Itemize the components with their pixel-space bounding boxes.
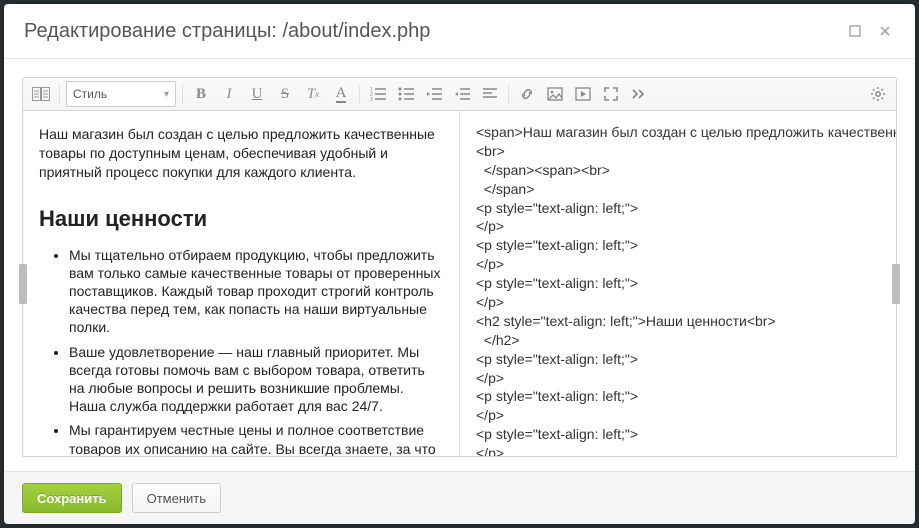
italic-icon[interactable]: I bbox=[217, 82, 241, 106]
align-icon[interactable] bbox=[478, 82, 502, 106]
style-select[interactable]: Стиль ▾ bbox=[66, 81, 176, 107]
video-icon[interactable] bbox=[571, 82, 595, 106]
indent-icon[interactable] bbox=[450, 82, 474, 106]
editor-panes: Наш магазин был создан с целью предложит… bbox=[22, 111, 897, 457]
separator bbox=[59, 84, 60, 104]
svg-text:3: 3 bbox=[370, 97, 373, 101]
save-button[interactable]: Сохранить bbox=[22, 483, 122, 513]
separator bbox=[359, 84, 360, 104]
wysiwyg-pane[interactable]: Наш магазин был создан с целью предложит… bbox=[23, 111, 459, 456]
body: Стиль ▾ B I U S Tx A 123 bbox=[4, 59, 915, 471]
fullscreen-icon[interactable] bbox=[599, 82, 623, 106]
save-button-label: Сохранить bbox=[37, 491, 107, 506]
values-heading: Наши ценности bbox=[39, 206, 443, 232]
cancel-button[interactable]: Отменить bbox=[132, 483, 221, 513]
outdent-icon[interactable] bbox=[422, 82, 446, 106]
values-list: Мы тщательно отбираем продукцию, чтобы п… bbox=[39, 246, 443, 456]
unordered-list-icon[interactable] bbox=[394, 82, 418, 106]
separator bbox=[508, 84, 509, 104]
clear-format-icon[interactable]: Tx bbox=[301, 82, 325, 106]
close-icon[interactable] bbox=[875, 21, 895, 41]
source-pane[interactable]: <span>Наш магазин был создан с целью пре… bbox=[459, 111, 896, 456]
source-code: <span>Наш магазин был создан с целью пре… bbox=[476, 123, 880, 456]
link-icon[interactable] bbox=[515, 82, 539, 106]
strikethrough-icon[interactable]: S bbox=[273, 82, 297, 106]
split-view-icon[interactable] bbox=[29, 82, 53, 106]
titlebar: Редактирование страницы: /about/index.ph… bbox=[4, 4, 915, 59]
intro-paragraph: Наш магазин был создан с целью предложит… bbox=[39, 125, 443, 182]
resize-handle-right[interactable] bbox=[892, 264, 900, 304]
dialog: Редактирование страницы: /about/index.ph… bbox=[4, 4, 915, 524]
chevron-down-icon: ▾ bbox=[164, 89, 169, 100]
underline-icon[interactable]: U bbox=[245, 82, 269, 106]
list-item: Мы тщательно отбираем продукцию, чтобы п… bbox=[69, 246, 443, 337]
cancel-button-label: Отменить bbox=[147, 491, 206, 506]
ordered-list-icon[interactable]: 123 bbox=[366, 82, 390, 106]
more-icon[interactable] bbox=[627, 82, 651, 106]
toolbar: Стиль ▾ B I U S Tx A 123 bbox=[22, 77, 897, 111]
maximize-icon[interactable] bbox=[845, 21, 865, 41]
footer: Сохранить Отменить bbox=[4, 471, 915, 524]
text-color-icon[interactable]: A bbox=[329, 82, 353, 106]
resize-handle-left[interactable] bbox=[19, 264, 27, 304]
list-item: Мы гарантируем честные цены и полное соо… bbox=[69, 421, 443, 456]
image-icon[interactable] bbox=[543, 82, 567, 106]
bold-icon[interactable]: B bbox=[189, 82, 213, 106]
separator bbox=[182, 84, 183, 104]
settings-icon[interactable] bbox=[866, 82, 890, 106]
list-item: Ваше удовлетворение — наш главный приори… bbox=[69, 343, 443, 416]
style-select-label: Стиль bbox=[73, 87, 107, 101]
page-title: Редактирование страницы: /about/index.ph… bbox=[24, 20, 835, 43]
